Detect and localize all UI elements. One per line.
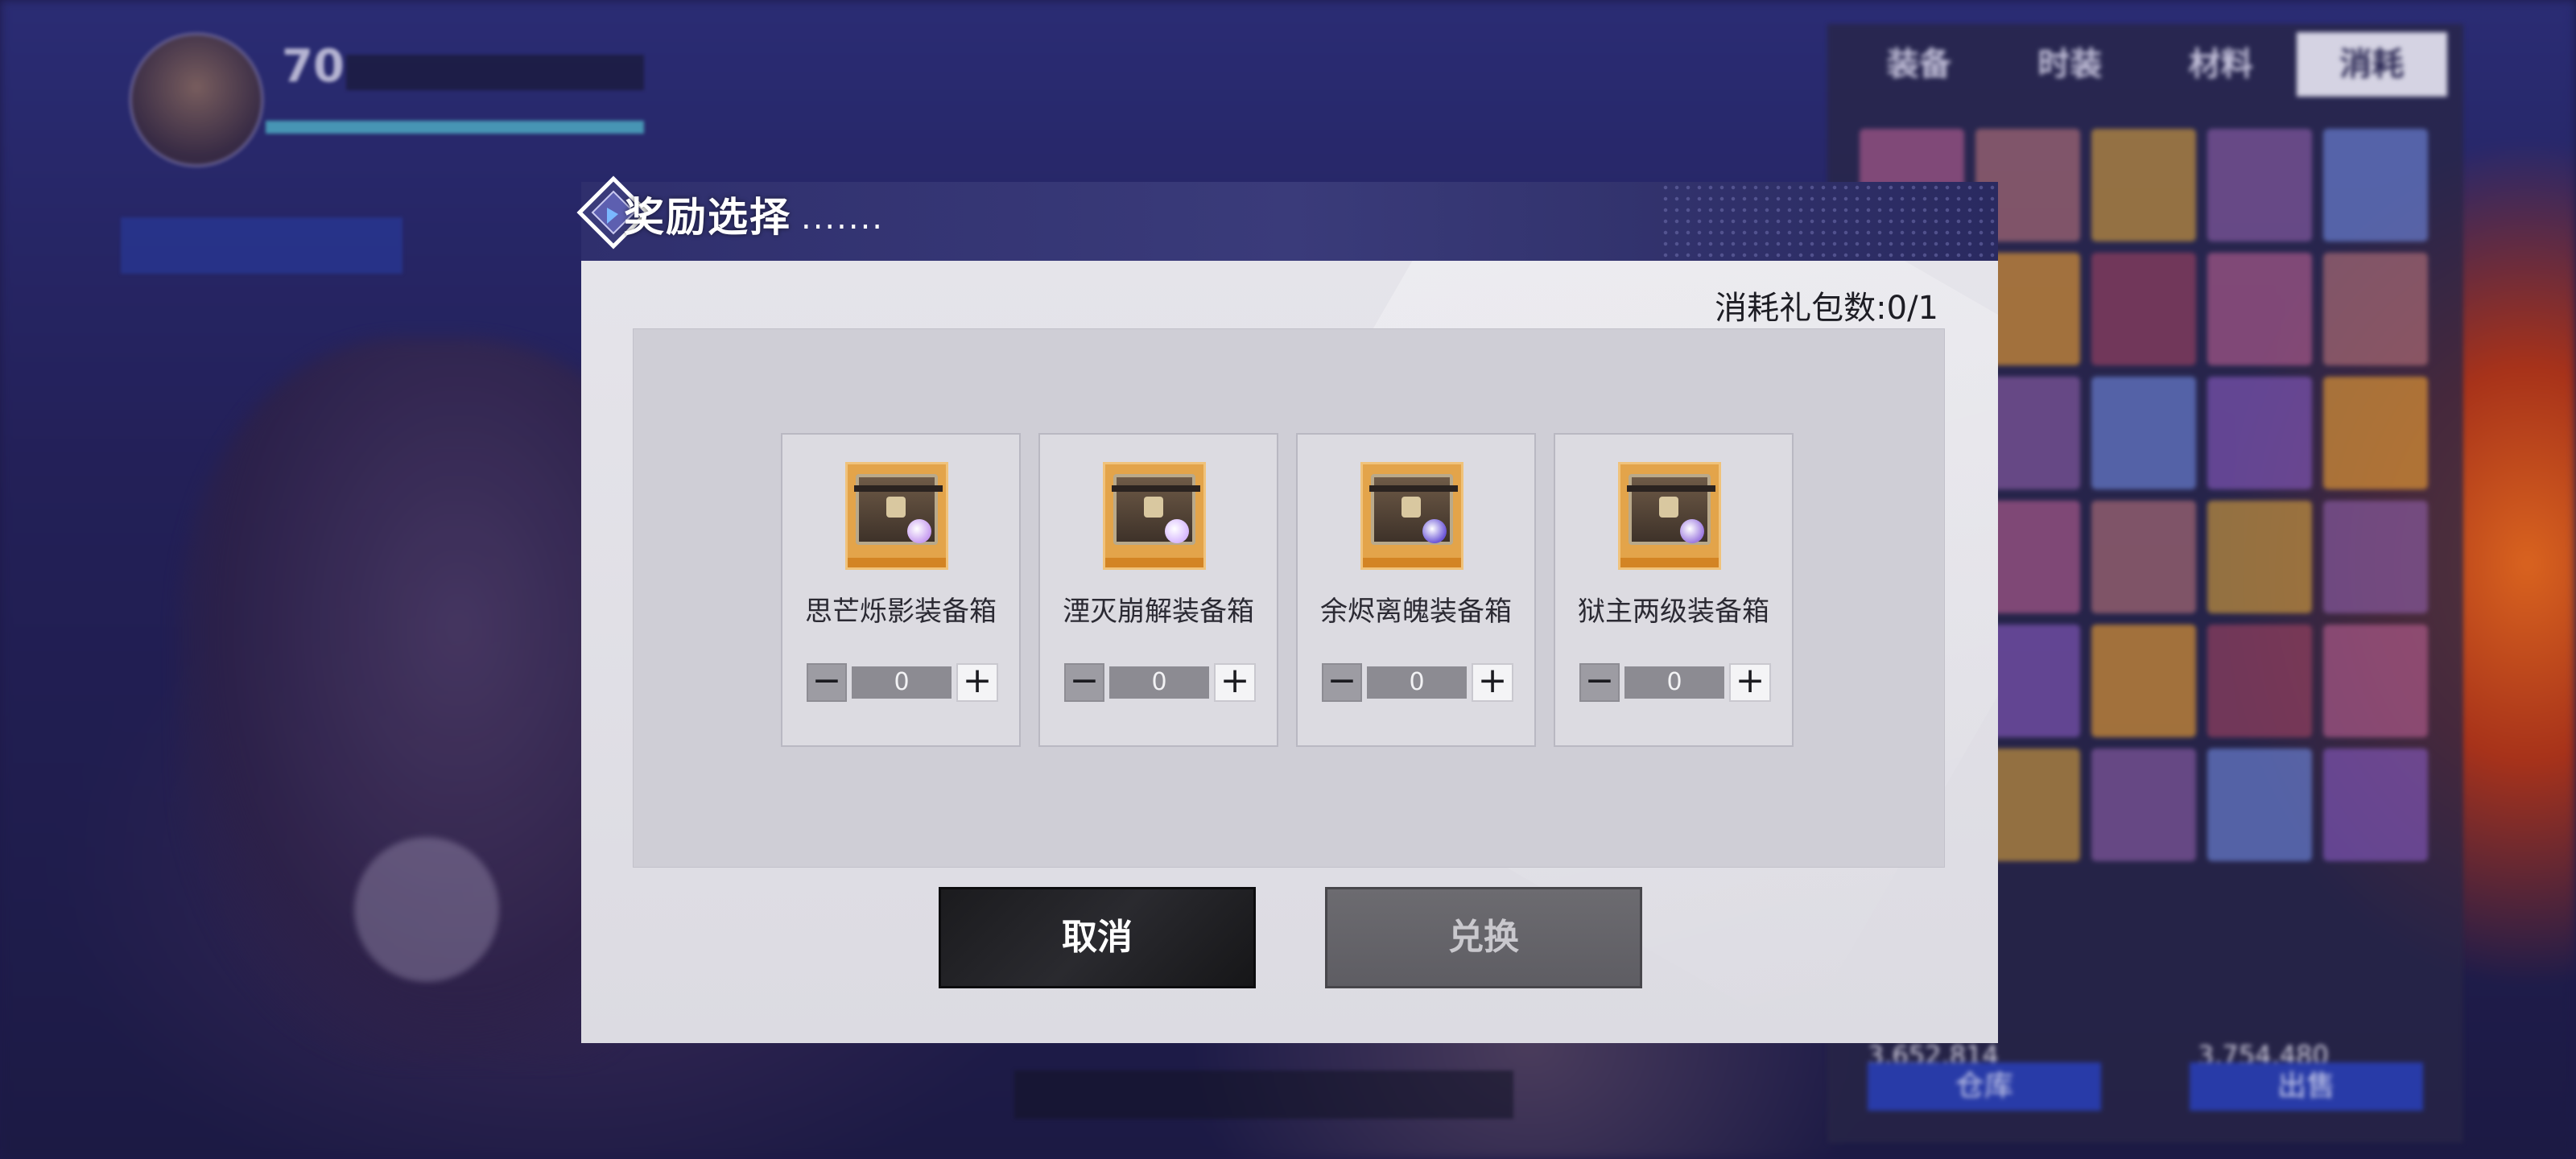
minus-button[interactable]: − [807,663,847,702]
item-name: 余烬离魄装备箱 [1320,596,1512,628]
gift-pack-counter: 消耗礼包数:0/1 [1715,290,1938,327]
chat-strip[interactable] [1014,1070,1513,1119]
item-name: 狱主两级装备箱 [1578,596,1769,628]
minus-button[interactable]: − [1579,663,1620,702]
inventory-slot[interactable] [2323,129,2428,241]
item-name: 湮灭崩解装备箱 [1063,596,1254,628]
player-avatar[interactable] [129,32,264,167]
tab-consumables[interactable]: 消耗 [2296,32,2447,97]
quantity-stepper: − 0 + [1064,663,1256,702]
plus-button[interactable]: + [1214,663,1256,702]
inventory-tabs: 装备 时装 材料 消耗 [1843,32,2447,97]
quantity-value[interactable]: 0 [1367,666,1467,699]
equipment-box-icon [1360,462,1463,570]
tab-fashion[interactable]: 时装 [1995,32,2146,97]
gem-icon [1680,519,1704,543]
inventory-slot[interactable] [2207,129,2312,241]
inventory-slot[interactable] [2323,377,2428,489]
inventory-slot[interactable] [2091,253,2196,365]
sell-button[interactable]: 出售 [2190,1062,2423,1111]
reward-card[interactable]: 余烬离魄装备箱 − 0 + [1296,433,1536,747]
quantity-stepper: − 0 + [807,663,998,702]
inventory-slot[interactable] [2091,749,2196,861]
inventory-slot[interactable] [2207,749,2312,861]
item-name: 思芒烁影装备箱 [805,596,997,628]
warehouse-button[interactable]: 仓库 [1868,1062,2101,1111]
quantity-value[interactable]: 0 [1624,666,1724,699]
inventory-slot[interactable] [2091,625,2196,737]
inventory-slot[interactable] [2091,129,2196,241]
plus-button[interactable]: + [956,663,998,702]
inventory-slot[interactable] [2323,253,2428,365]
inventory-slot[interactable] [2207,625,2312,737]
equipment-box-icon [1103,462,1206,570]
quantity-stepper: − 0 + [1322,663,1513,702]
tab-equipment[interactable]: 装备 [1843,32,1995,97]
exchange-button[interactable]: 兑换 [1325,887,1642,988]
inventory-slot[interactable] [2207,253,2312,365]
dialog-title-dots: ....... [801,200,885,237]
inventory-slot[interactable] [2091,377,2196,489]
reward-card[interactable]: 思芒烁影装备箱 − 0 + [781,433,1021,747]
player-level: 70 [282,40,345,93]
gem-icon [1422,519,1447,543]
equipment-box-icon [1618,462,1721,570]
plus-button[interactable]: + [1472,663,1513,702]
inventory-slot[interactable] [2207,501,2312,613]
inventory-slot[interactable] [2091,501,2196,613]
plus-button[interactable]: + [1729,663,1771,702]
equipment-box-icon [845,462,948,570]
tab-materials[interactable]: 材料 [2145,32,2297,97]
dialog-header [581,182,1998,262]
reward-card[interactable]: 湮灭崩解装备箱 − 0 + [1038,433,1278,747]
gem-icon [1165,519,1189,543]
quantity-value[interactable]: 0 [1109,666,1209,699]
quest-item[interactable] [121,282,523,362]
virtual-joystick[interactable] [354,837,499,982]
inventory-slot[interactable] [2323,749,2428,861]
cancel-button[interactable]: 取消 [939,887,1256,988]
player-hp-bar [266,121,644,134]
quantity-stepper: − 0 + [1579,663,1771,702]
quest-tab[interactable] [121,217,402,274]
gem-icon [907,519,931,543]
inventory-slot[interactable] [2323,625,2428,737]
quantity-value[interactable]: 0 [852,666,952,699]
inventory-slot[interactable] [2323,501,2428,613]
player-name-bar [346,55,644,90]
quest-item[interactable] [121,467,523,547]
minus-button[interactable]: − [1064,663,1104,702]
quest-item[interactable] [121,378,523,459]
reward-card[interactable]: 狱主两级装备箱 − 0 + [1554,433,1794,747]
dialog-title: 奖励选择 [624,193,791,241]
minus-button[interactable]: − [1322,663,1362,702]
inventory-slot[interactable] [2207,377,2312,489]
